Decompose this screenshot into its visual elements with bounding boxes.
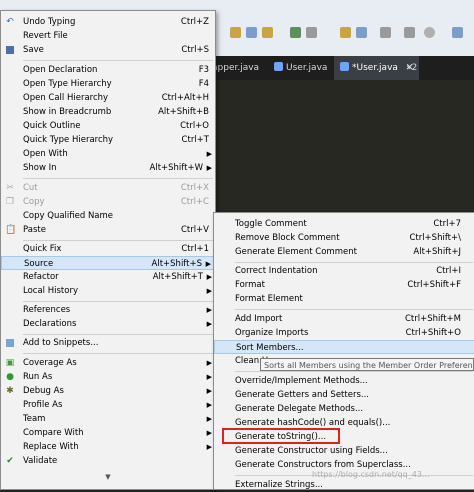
save-icon	[6, 46, 14, 54]
toolbar-icon[interactable]	[306, 27, 317, 38]
toolbar-icon[interactable]	[290, 27, 301, 38]
menu-item-correct-indentation[interactable]: Correct Indentation Ctrl+I	[214, 264, 474, 278]
paste-icon: 📋	[5, 225, 17, 235]
toolbar-icon[interactable]	[404, 27, 415, 38]
menu-item-quick-fix[interactable]: Quick Fix Ctrl+1	[1, 242, 215, 256]
submenu-arrow-icon: ▶	[206, 320, 212, 328]
menu-separator	[23, 240, 213, 241]
menu-item-source[interactable]: Source Alt+Shift+S ▶	[1, 256, 215, 270]
search-icon[interactable]	[424, 27, 435, 38]
toolbar-icon[interactable]	[230, 27, 241, 38]
menu-item-add-import[interactable]: Add Import Ctrl+Shift+M	[214, 312, 474, 326]
submenu-arrow-icon: ▶	[206, 415, 212, 423]
menu-item-quick-type-hierarchy[interactable]: Quick Type Hierarchy Ctrl+T	[1, 133, 215, 147]
menu-item-generate-constructor-using-fields[interactable]: Generate Constructor using Fields...	[214, 444, 474, 458]
menu-item-replace-with[interactable]: Replace With ▶	[1, 440, 215, 454]
menu-item-copy-qualified-name[interactable]: Copy Qualified Name	[1, 209, 215, 223]
run-icon: ●	[6, 372, 14, 382]
debug-icon: ✱	[6, 386, 14, 396]
submenu-arrow-icon: ▶	[206, 429, 212, 437]
submenu-arrow-icon: ▶	[206, 306, 212, 314]
submenu-arrow-icon: ▶	[206, 359, 212, 367]
submenu-arrow-icon: ▶	[206, 373, 212, 381]
menu-item-debug-as[interactable]: ✱ Debug As ▶	[1, 384, 215, 398]
menu-item-open-with[interactable]: Open With ▶	[1, 147, 215, 161]
tab-overflow[interactable]: »2	[400, 56, 423, 80]
submenu-arrow-icon: ▶	[206, 287, 212, 295]
annotation-highlight-box	[222, 428, 340, 444]
toolbar-icon[interactable]	[380, 27, 391, 38]
copy-icon: ❐	[5, 197, 15, 207]
menu-separator	[235, 371, 473, 372]
menu-item-format[interactable]: Format Ctrl+Shift+F	[214, 278, 474, 292]
context-menu: ↶ Undo Typing Ctrl+Z Revert File Save Ct…	[0, 10, 216, 490]
submenu-arrow-icon: ▶	[205, 260, 211, 268]
menu-separator	[235, 262, 473, 263]
submenu-arrow-icon: ▶	[206, 273, 212, 281]
cut-icon: ✂	[6, 183, 14, 193]
menu-item-generate-getters-setters[interactable]: Generate Getters and Setters...	[214, 388, 474, 402]
submenu-arrow-icon: ▶	[206, 401, 212, 409]
menu-separator	[23, 353, 213, 354]
menu-separator	[235, 309, 473, 310]
tab-user[interactable]: User.java	[268, 56, 333, 80]
menu-item-references[interactable]: References ▶	[1, 303, 215, 317]
menu-item-toggle-comment[interactable]: Toggle Comment Ctrl+7	[214, 217, 474, 231]
menu-item-paste[interactable]: 📋 Paste Ctrl+V	[1, 223, 215, 237]
sort-members-tooltip: Sorts all Members using the Member Order…	[260, 358, 474, 371]
menu-item-refactor[interactable]: Refactor Alt+Shift+T ▶	[1, 270, 215, 284]
menu-item-copy[interactable]: ❐ Copy Ctrl+C	[1, 195, 215, 209]
menu-item-format-element[interactable]: Format Element	[214, 292, 474, 306]
menu-item-open-type-hierarchy[interactable]: Open Type Hierarchy F4	[1, 77, 215, 91]
submenu-arrow-icon: ▶	[206, 164, 212, 172]
toolbar-icon[interactable]	[340, 27, 351, 38]
menu-item-declarations[interactable]: Declarations ▶	[1, 317, 215, 331]
menu-separator	[23, 60, 213, 61]
menu-item-profile-as[interactable]: Profile As ▶	[1, 398, 215, 412]
menu-item-generate-delegate-methods[interactable]: Generate Delegate Methods...	[214, 402, 474, 416]
menu-item-compare-with[interactable]: Compare With ▶	[1, 426, 215, 440]
source-submenu: Toggle Comment Ctrl+7 Remove Block Comme…	[213, 212, 474, 490]
menu-item-revert-file[interactable]: Revert File	[1, 29, 215, 43]
menu-separator	[23, 334, 213, 335]
java-file-icon	[274, 62, 283, 71]
menu-item-show-in[interactable]: Show In Alt+Shift+W ▶	[1, 161, 215, 175]
submenu-arrow-icon: ▶	[206, 150, 212, 158]
menu-item-validate[interactable]: ✔ Validate	[1, 454, 215, 468]
menu-separator	[23, 178, 213, 179]
undo-icon: ↶	[6, 17, 14, 27]
menu-item-remove-block-comment[interactable]: Remove Block Comment Ctrl+Shift+\	[214, 231, 474, 245]
menu-item-team[interactable]: Team ▶	[1, 412, 215, 426]
toolbar-icon[interactable]	[262, 27, 273, 38]
checkmark-icon: ✔	[6, 456, 14, 466]
snippet-icon	[6, 339, 14, 347]
menu-item-show-in-breadcrumb[interactable]: Show in Breadcrumb Alt+Shift+B	[1, 105, 215, 119]
menu-item-quick-outline[interactable]: Quick Outline Ctrl+O	[1, 119, 215, 133]
submenu-arrow-icon: ▶	[206, 443, 212, 451]
scroll-down-icon[interactable]: ▼	[1, 473, 215, 481]
menu-item-open-declaration[interactable]: Open Declaration F3	[1, 63, 215, 77]
menu-item-organize-imports[interactable]: Organize Imports Ctrl+Shift+O	[214, 326, 474, 340]
menu-separator	[23, 301, 213, 302]
menu-item-generate-element-comment[interactable]: Generate Element Comment Alt+Shift+J	[214, 245, 474, 259]
menu-item-add-to-snippets[interactable]: Add to Snippets...	[1, 336, 215, 350]
toolbar-icon[interactable]	[246, 27, 257, 38]
menu-item-open-call-hierarchy[interactable]: Open Call Hierarchy Ctrl+Alt+H	[1, 91, 215, 105]
menu-item-externalize-strings[interactable]: Externalize Strings...	[214, 478, 474, 492]
menu-item-local-history[interactable]: Local History ▶	[1, 284, 215, 298]
menu-item-undo-typing[interactable]: ↶ Undo Typing Ctrl+Z	[1, 15, 215, 29]
menu-item-override-implement-methods[interactable]: Override/Implement Methods...	[214, 374, 474, 388]
java-file-icon	[340, 62, 349, 71]
menu-item-save[interactable]: Save Ctrl+S	[1, 43, 215, 57]
toolbar-icon[interactable]	[356, 27, 367, 38]
menu-item-coverage-as[interactable]: ▣ Coverage As ▶	[1, 356, 215, 370]
menu-item-run-as[interactable]: ● Run As ▶	[1, 370, 215, 384]
submenu-arrow-icon: ▶	[206, 387, 212, 395]
coverage-icon: ▣	[5, 358, 15, 368]
menu-item-sort-members[interactable]: Sort Members...	[214, 340, 474, 354]
menu-item-cut[interactable]: ✂ Cut Ctrl+X	[1, 181, 215, 195]
watermark: https://blog.csdn.net/qq_43...	[312, 470, 430, 479]
perspective-icon[interactable]	[452, 27, 463, 38]
